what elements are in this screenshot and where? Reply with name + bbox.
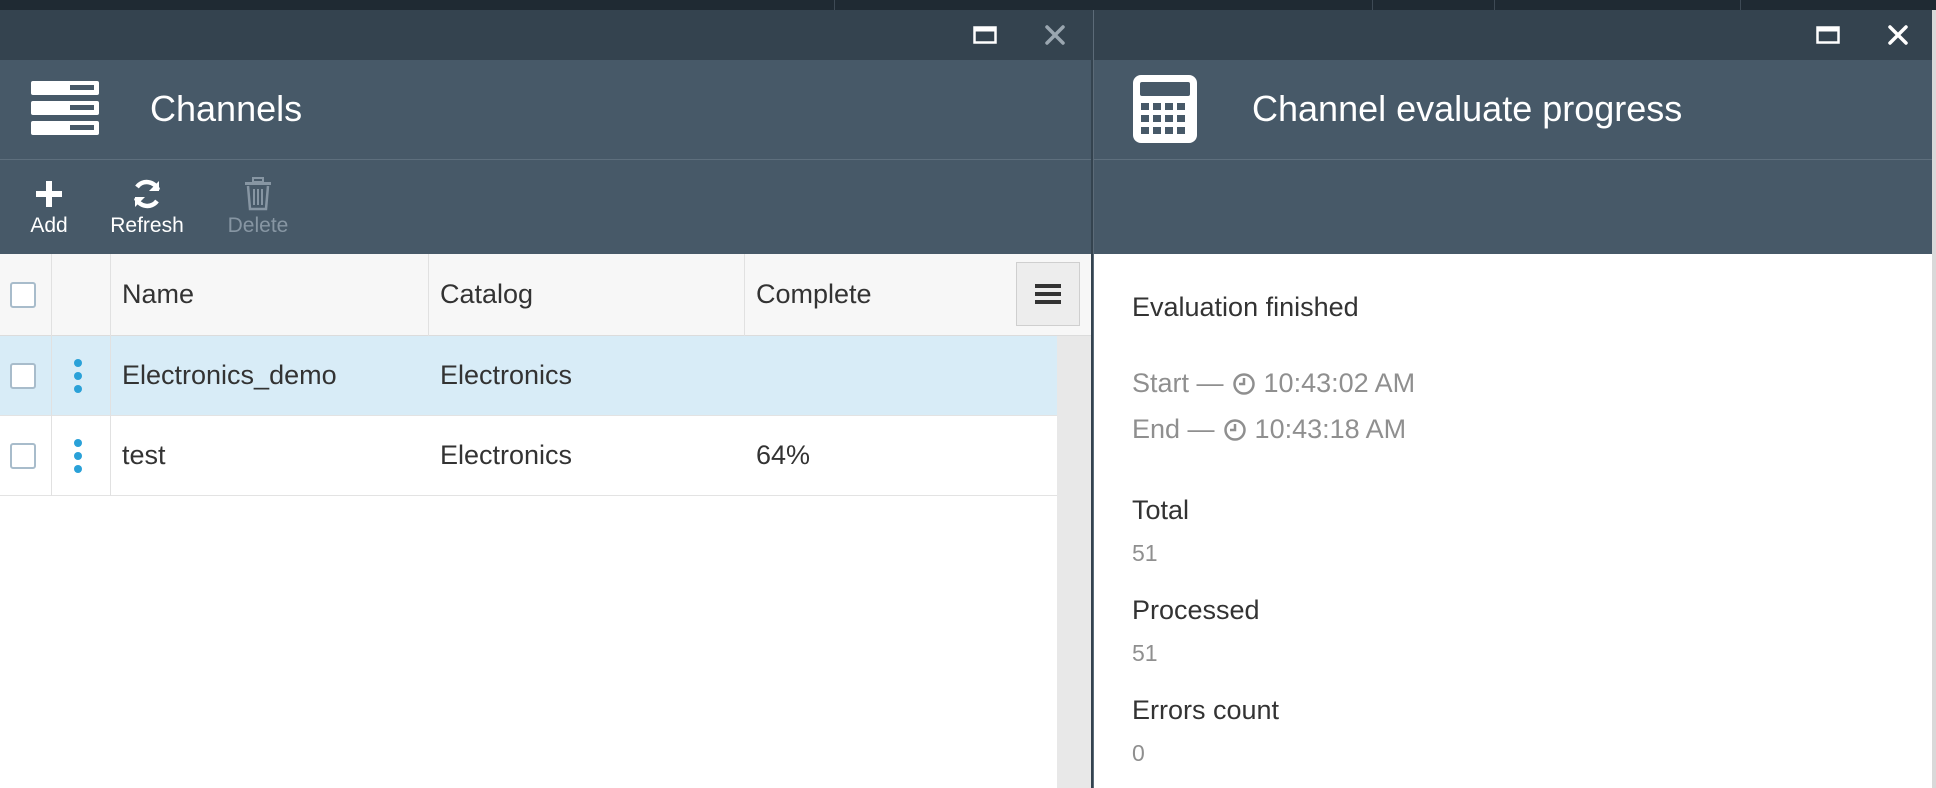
select-all-cell (10, 254, 50, 335)
row-actions-cell (71, 416, 85, 495)
plus-icon (36, 181, 62, 207)
hamburger-icon (1035, 284, 1061, 304)
end-label: End — (1132, 414, 1215, 444)
grid-header: Name Catalog Complete (0, 254, 1091, 336)
add-label: Add (30, 214, 68, 237)
processed-label: Processed (1132, 595, 1260, 625)
row-complete: 64% (756, 440, 811, 470)
row-checkbox[interactable] (10, 442, 36, 469)
errors-count-label: Errors count (1132, 695, 1280, 725)
channels-window-bar (0, 10, 1091, 60)
clock-icon (1232, 372, 1255, 395)
row-select-cell (10, 416, 36, 495)
start-time-row: Start — 10:43:02 AM (1132, 368, 1415, 399)
grid-scrollbar[interactable] (1057, 336, 1091, 788)
maximize-icon (973, 26, 997, 44)
delete-button[interactable]: Delete (226, 174, 290, 238)
processed-value: 51 (1132, 640, 1158, 666)
grid-menu-button[interactable] (1016, 262, 1080, 326)
top-strip (0, 0, 1936, 10)
channels-toolbar: Add Refresh Delete (0, 160, 1091, 254)
row-checkbox[interactable] (10, 362, 36, 389)
row-name: Electronics_demo (122, 360, 337, 390)
column-header-complete[interactable]: Complete (756, 254, 872, 335)
progress-toolbar (1094, 160, 1932, 254)
column-header-catalog[interactable]: Catalog (440, 254, 533, 335)
trash-icon (245, 177, 271, 211)
row-name: test (122, 440, 166, 470)
scroll-edge (1932, 10, 1936, 788)
errors-count-value: 0 (1132, 740, 1145, 766)
calculator-icon (1132, 74, 1198, 149)
clock-icon (1223, 418, 1246, 441)
close-button[interactable] (1040, 20, 1070, 50)
end-time: 10:43:18 AM (1254, 414, 1407, 444)
close-icon (1888, 25, 1908, 45)
total-label: Total (1132, 495, 1190, 525)
add-button[interactable]: Add (28, 174, 70, 238)
status-text: Evaluation finished (1132, 292, 1359, 322)
maximize-button[interactable] (970, 20, 1000, 50)
select-all-checkbox[interactable] (10, 281, 36, 308)
table-row[interactable]: Electronics_demo Electronics (0, 336, 1057, 416)
server-stack-icon (30, 78, 100, 143)
end-time-row: End — 10:43:18 AM (1132, 414, 1415, 445)
page-title: Channels (150, 88, 303, 129)
maximize-button[interactable] (1813, 20, 1843, 50)
refresh-button[interactable]: Refresh (108, 174, 186, 238)
evaluate-progress-blade: Channel evaluate progress Evaluation fin… (1093, 10, 1932, 788)
close-button[interactable] (1883, 20, 1913, 50)
row-menu-icon[interactable] (71, 438, 85, 473)
refresh-icon (133, 179, 161, 209)
start-time: 10:43:02 AM (1263, 368, 1416, 398)
progress-details: Evaluation finished Start — 10:43:02 AM … (1132, 292, 1415, 767)
total-value: 51 (1132, 540, 1158, 566)
row-select-cell (10, 336, 36, 415)
column-header-name[interactable]: Name (122, 254, 194, 335)
start-label: Start — (1132, 368, 1224, 398)
channels-header: Channels (0, 60, 1091, 160)
progress-window-bar (1094, 10, 1932, 60)
delete-label: Delete (227, 214, 289, 237)
maximize-icon (1816, 26, 1840, 44)
channels-grid: Name Catalog Complete Electronics_demo E… (0, 254, 1091, 788)
table-row[interactable]: test Electronics 64% (0, 416, 1057, 496)
row-catalog: Electronics (440, 360, 573, 390)
progress-header: Channel evaluate progress (1094, 60, 1932, 160)
channels-blade: Channels Add Refresh Delete Name Catalog… (0, 10, 1091, 788)
row-catalog: Electronics (440, 440, 573, 470)
close-icon (1045, 25, 1065, 45)
row-actions-cell (71, 336, 85, 415)
refresh-label: Refresh (110, 214, 184, 237)
row-menu-icon[interactable] (71, 358, 85, 393)
page-title: Channel evaluate progress (1252, 88, 1683, 129)
